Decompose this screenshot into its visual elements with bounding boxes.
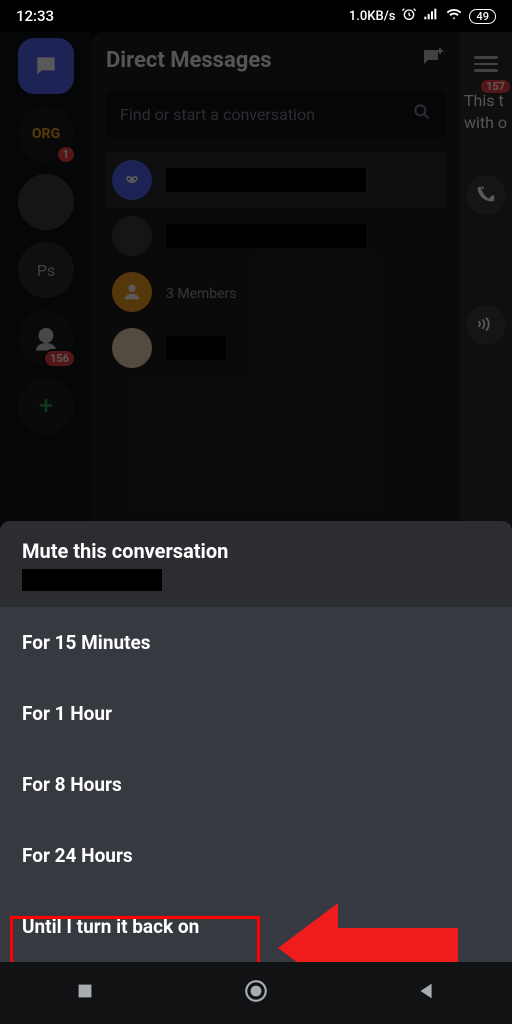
avatar [112,272,152,312]
dm-header: Direct Messages [106,46,446,74]
dm-row[interactable] [106,152,446,208]
dm-title: Direct Messages [106,48,272,73]
dm-row[interactable] [106,320,446,376]
new-dm-icon[interactable] [418,46,446,74]
menu-icon[interactable] [474,56,498,72]
search-icon [412,102,432,126]
server-ps-label: Ps [37,261,55,280]
network-speed: 1.0KB/s [349,9,396,24]
sheet-header: Mute this conversation [0,521,512,607]
peek-text-2: with o [460,112,512,134]
add-server-button[interactable]: + [18,378,74,434]
sheet-options: For 15 Minutes For 1 Hour For 8 Hours Fo… [0,607,512,962]
nav-back-icon[interactable] [416,980,438,1006]
dm-hub-button[interactable] [18,38,74,94]
mute-option-8hours[interactable]: For 8 Hours [0,749,512,820]
mute-option-24hours[interactable]: For 24 Hours [0,820,512,891]
call-icon[interactable] [466,175,506,215]
wifi-icon [445,6,463,26]
server-item[interactable] [18,174,74,230]
wave-icon[interactable] [466,305,506,345]
avatar [112,328,152,368]
redacted-name [166,168,366,192]
battery-indicator: 49 [469,9,496,24]
redacted-subtitle [22,569,162,591]
server-guild[interactable]: 156 [18,310,74,366]
nav-home-icon[interactable] [243,978,269,1008]
nav-recent-icon[interactable] [74,980,96,1006]
android-nav-bar [0,962,512,1024]
server-ps[interactable]: Ps [18,242,74,298]
redacted-name [166,336,226,360]
status-time: 12:33 [16,7,54,25]
signal-icon [423,6,439,26]
badge-org: 1 [56,145,76,164]
dm-row[interactable] [106,208,446,264]
badge-guild: 156 [43,349,76,368]
mute-option-indefinite[interactable]: Until I turn it back on [0,891,512,962]
mute-option-15min[interactable]: For 15 Minutes [0,607,512,678]
status-right: 1.0KB/s 49 [349,6,496,26]
sheet-title: Mute this conversation [22,539,490,563]
mute-bottom-sheet: Mute this conversation For 15 Minutes Fo… [0,521,512,1024]
status-bar: 12:33 1.0KB/s 49 [0,0,512,32]
server-org[interactable]: ORG 1 [18,106,74,162]
dm-row[interactable]: 3 Members [106,264,446,320]
redacted-name [166,224,366,248]
search-input[interactable]: Find or start a conversation [106,90,446,138]
peek-badge: 157 [481,80,510,93]
avatar [112,160,152,200]
search-placeholder: Find or start a conversation [120,105,315,124]
member-count: 3 Members [166,286,440,302]
mute-option-1hour[interactable]: For 1 Hour [0,678,512,749]
alarm-icon [401,6,417,26]
avatar [112,216,152,256]
